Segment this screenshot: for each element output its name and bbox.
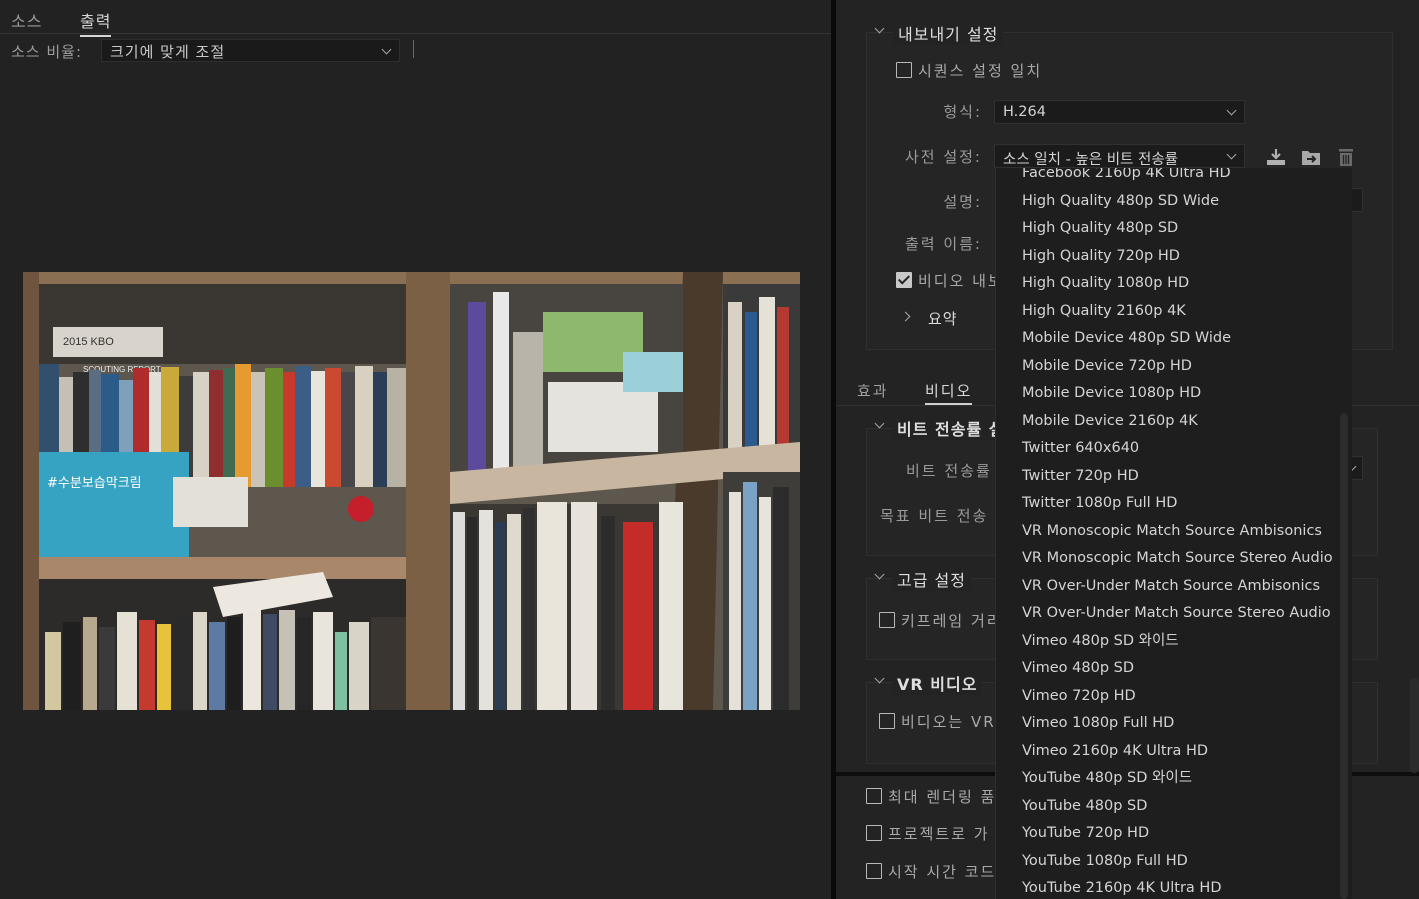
preset-option[interactable]: Mobile Device 720p HD bbox=[996, 353, 1352, 381]
vr-label: 비디오는 VR bbox=[901, 713, 996, 731]
preset-option[interactable]: Facebook 2160p 4K Ultra HD bbox=[996, 168, 1352, 188]
export-video-checkbox[interactable] bbox=[896, 272, 912, 288]
start-timecode-checkbox[interactable] bbox=[866, 863, 882, 879]
tab-video[interactable]: 비디오 bbox=[925, 380, 973, 405]
chevron-down-icon bbox=[381, 44, 392, 55]
vr-section-title: VR 비디오 bbox=[892, 671, 983, 695]
folder-import-icon[interactable] bbox=[1300, 147, 1322, 167]
source-scale-label: 소스 비율: bbox=[11, 43, 83, 61]
max-render-checkbox[interactable] bbox=[866, 788, 882, 804]
use-previews-checkbox[interactable] bbox=[866, 825, 882, 841]
preset-option[interactable]: Mobile Device 2160p 4K bbox=[996, 408, 1352, 436]
match-sequence-checkbox[interactable] bbox=[896, 62, 912, 78]
preset-option[interactable]: High Quality 2160p 4K bbox=[996, 298, 1352, 326]
preset-option[interactable]: High Quality 480p SD bbox=[996, 215, 1352, 243]
panel-scrollbar[interactable] bbox=[1410, 678, 1419, 773]
preview-panel: 소스 출력 소스 비율: 크기에 맞게 조절 2015 KBO SCOUTING… bbox=[0, 0, 831, 899]
tab-effects[interactable]: 효과 bbox=[857, 380, 889, 401]
preset-option[interactable]: Vimeo 480p SD bbox=[996, 655, 1352, 683]
text-caret bbox=[413, 40, 414, 58]
preset-option[interactable]: VR Over-Under Match Source Stereo Audio bbox=[996, 600, 1352, 628]
match-sequence-label: 시퀀스 설정 일치 bbox=[918, 62, 1043, 80]
export-settings-window: 소스 출력 소스 비율: 크기에 맞게 조절 2015 KBO SCOUTING… bbox=[0, 0, 1419, 899]
vr-checkbox[interactable] bbox=[879, 713, 895, 729]
preset-option[interactable]: Vimeo 480p SD 와이드 bbox=[996, 628, 1352, 656]
source-scale-dropdown[interactable]: 크기에 맞게 조절 bbox=[101, 39, 400, 62]
preset-option[interactable]: YouTube 480p SD bbox=[996, 793, 1352, 821]
preset-option[interactable]: Twitter 1080p Full HD bbox=[996, 490, 1352, 518]
preset-option[interactable]: YouTube 480p SD 와이드 bbox=[996, 765, 1352, 793]
bitrate-label: 비트 전송률 bbox=[906, 462, 992, 480]
output-name-label: 출력 이름: bbox=[904, 235, 982, 253]
preset-dropdown[interactable]: 소스 일치 - 높은 비트 전송률 bbox=[994, 144, 1245, 168]
preset-option[interactable]: Vimeo 1080p Full HD bbox=[996, 710, 1352, 738]
format-label: 형식: bbox=[943, 103, 982, 121]
preset-value: 소스 일치 - 높은 비트 전송률 bbox=[1003, 152, 1179, 168]
preset-option[interactable]: Mobile Device 1080p HD bbox=[996, 380, 1352, 408]
preset-option[interactable]: Vimeo 2160p 4K Ultra HD bbox=[996, 738, 1352, 766]
bitrate-section-title: 비트 전송률 설 bbox=[892, 416, 1010, 440]
trash-icon[interactable] bbox=[1335, 147, 1357, 167]
preset-option[interactable]: VR Monoscopic Match Source Stereo Audio bbox=[996, 545, 1352, 573]
sign-cream: #수분보습막크림 bbox=[47, 476, 142, 491]
keyframe-label: 키프레임 거리 bbox=[901, 612, 1003, 630]
video-preview: 2015 KBO SCOUTING REPORT #수분보습막크림 bbox=[23, 272, 800, 710]
preset-option[interactable]: High Quality 1080p HD bbox=[996, 270, 1352, 298]
export-settings-title: 내보내기 설정 bbox=[893, 21, 1004, 45]
book-spines-bottom-left bbox=[39, 572, 406, 710]
source-scale-value: 크기에 맞게 조절 bbox=[110, 43, 226, 61]
preset-option[interactable]: High Quality 480p SD Wide bbox=[996, 188, 1352, 216]
download-icon[interactable] bbox=[1265, 147, 1287, 167]
preset-option[interactable]: High Quality 720p HD bbox=[996, 243, 1352, 271]
target-bitrate-label: 목표 비트 전송 bbox=[880, 507, 989, 525]
export-video-label: 비디오 내보 bbox=[918, 272, 1004, 290]
preset-label: 사전 설정: bbox=[904, 148, 982, 166]
keyframe-checkbox[interactable] bbox=[879, 612, 895, 628]
format-dropdown[interactable]: H.264 bbox=[994, 100, 1245, 124]
preset-dropdown-list: Facebook 2160p 4K Ultra HD High Quality … bbox=[995, 168, 1352, 899]
format-value: H.264 bbox=[1003, 104, 1046, 120]
advanced-section-title: 고급 설정 bbox=[892, 567, 971, 591]
sign-kbo: 2015 KBO bbox=[63, 336, 114, 348]
use-previews-label: 프로젝트로 가 bbox=[888, 825, 990, 843]
preset-list-scrollbar[interactable] bbox=[1340, 413, 1348, 899]
max-render-label: 최대 렌더링 품 bbox=[888, 788, 997, 806]
preset-option[interactable]: Twitter 720p HD bbox=[996, 463, 1352, 491]
summary-label[interactable]: 요약 bbox=[928, 308, 958, 329]
chevron-down-icon bbox=[1226, 149, 1237, 160]
chevron-down-icon[interactable] bbox=[874, 418, 885, 429]
preset-option[interactable]: YouTube 720p HD bbox=[996, 820, 1352, 848]
preset-option[interactable]: YouTube 2160p 4K Ultra HD bbox=[996, 875, 1352, 899]
tab-divider bbox=[0, 33, 831, 34]
description-label: 설명: bbox=[943, 193, 982, 211]
preset-option[interactable]: VR Over-Under Match Source Ambisonics bbox=[996, 573, 1352, 601]
preset-option[interactable]: Vimeo 720p HD bbox=[996, 683, 1352, 711]
preset-option[interactable]: Mobile Device 480p SD Wide bbox=[996, 325, 1352, 353]
preset-option[interactable]: Twitter 640x640 bbox=[996, 435, 1352, 463]
bookshelf-image: 2015 KBO SCOUTING REPORT #수분보습막크림 bbox=[23, 272, 800, 710]
preset-option[interactable]: VR Monoscopic Match Source Ambisonics bbox=[996, 518, 1352, 546]
chevron-down-icon bbox=[1226, 105, 1237, 116]
start-timecode-label: 시작 시간 코드 bbox=[888, 863, 997, 881]
preset-option[interactable]: YouTube 1080p Full HD bbox=[996, 848, 1352, 876]
tab-source[interactable]: 소스 bbox=[11, 8, 42, 32]
